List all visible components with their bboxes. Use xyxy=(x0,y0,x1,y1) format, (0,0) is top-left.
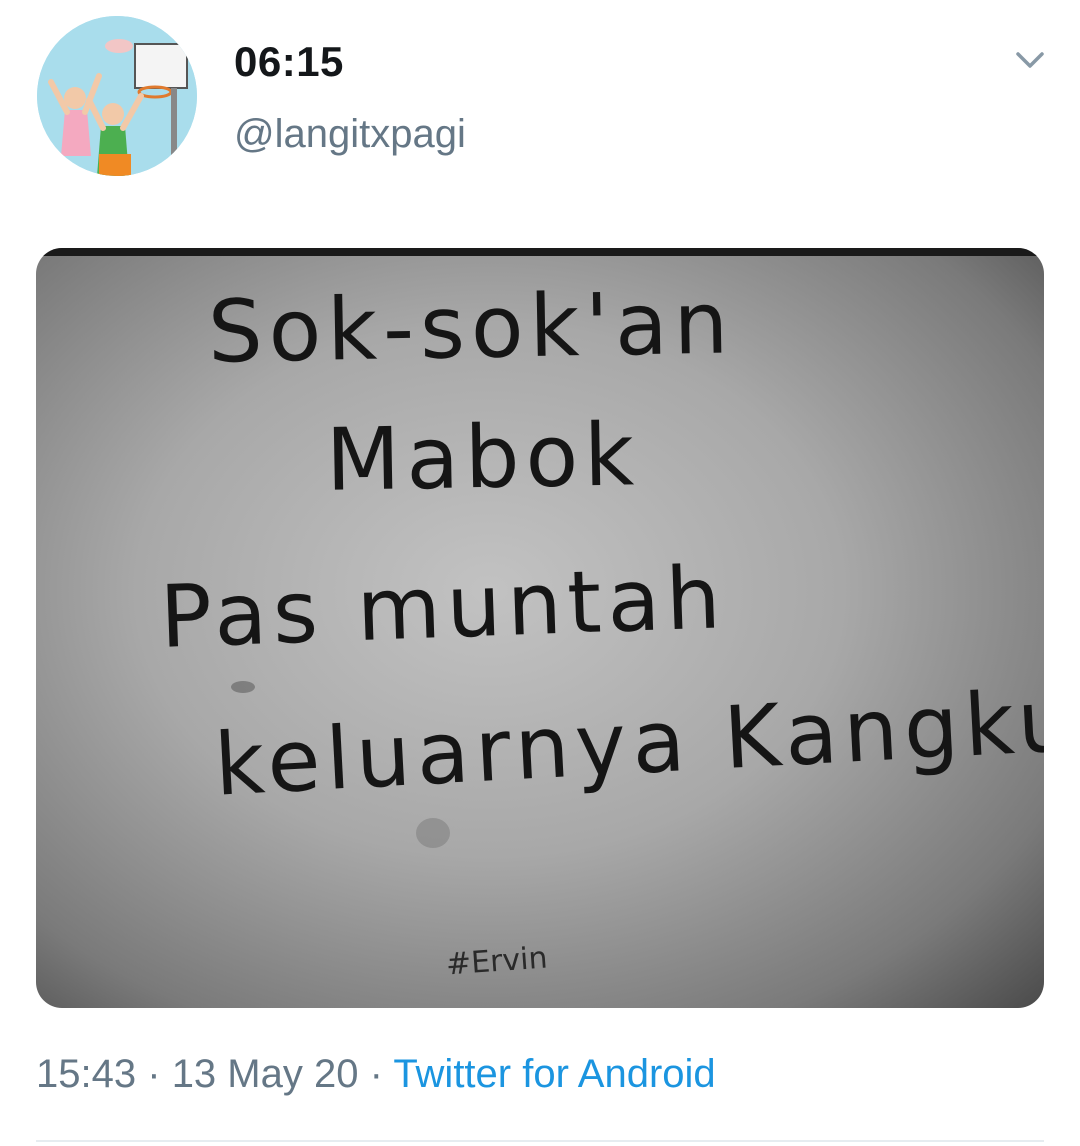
meta-separator: · xyxy=(147,1052,161,1096)
media-border xyxy=(36,248,1044,256)
tweet-meta: 15:43 · 13 May 20 · Twitter for Android xyxy=(36,1052,716,1097)
tweet-menu-button[interactable] xyxy=(1010,40,1050,80)
divider xyxy=(36,1140,1044,1142)
avatar-illustration-icon xyxy=(37,16,197,176)
chevron-down-icon xyxy=(1016,52,1044,68)
tweet-source-link[interactable]: Twitter for Android xyxy=(393,1052,715,1096)
tweet-media-image[interactable]: Sok-sok'an Mabok Pas muntah keluarnya Ka… xyxy=(36,248,1044,1008)
display-name[interactable]: 06:15 xyxy=(234,38,344,86)
smudge-mark xyxy=(231,681,255,693)
handwritten-line-4: keluarnya Kangkung xyxy=(212,664,1044,816)
tweet-date: 13 May 20 xyxy=(171,1052,359,1096)
user-handle[interactable]: @langitxpagi xyxy=(234,112,466,157)
handwritten-line-3: Pas muntah xyxy=(158,548,729,668)
handwritten-signature: #Ervin xyxy=(444,940,549,983)
tweet-time: 15:43 xyxy=(36,1052,137,1096)
avatar[interactable] xyxy=(37,16,197,176)
smudge-mark xyxy=(416,818,450,848)
meta-separator: · xyxy=(369,1052,383,1096)
handwritten-line-2: Mabok xyxy=(325,405,641,511)
handwritten-line-1: Sok-sok'an xyxy=(207,273,735,383)
